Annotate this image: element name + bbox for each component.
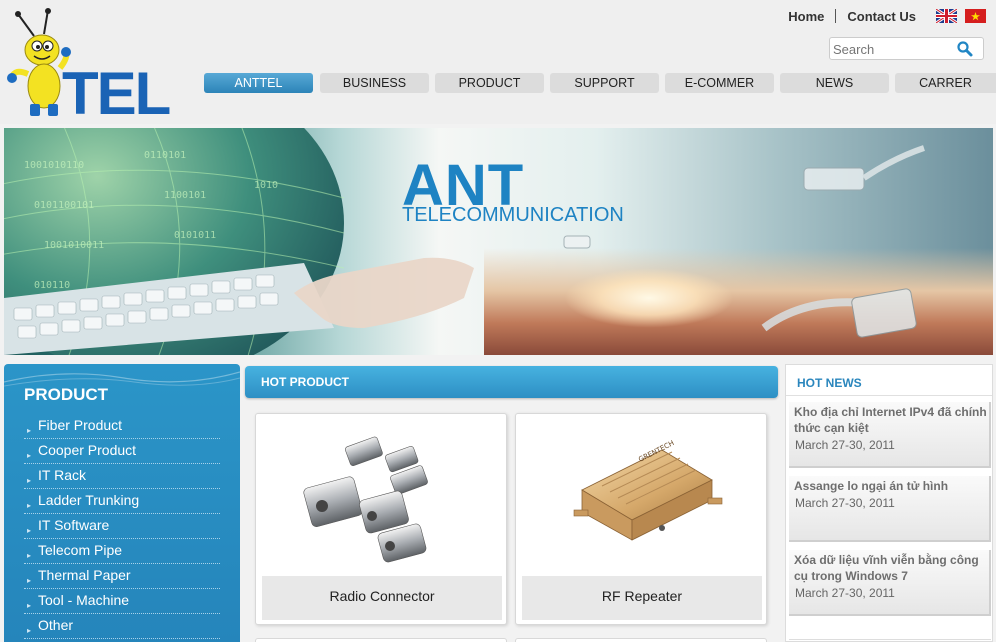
divider [835, 9, 837, 23]
contact-us-link[interactable]: Contact Us [847, 9, 916, 24]
product-name: RF Repeater [522, 576, 762, 620]
category-other[interactable]: ▸ Other [24, 614, 220, 639]
category-ladder-trunking[interactable]: ▸ Ladder Trunking [24, 489, 220, 514]
nav-business[interactable]: BUSINESS [320, 73, 429, 93]
category-label: Tool - Machine [38, 592, 130, 608]
vietnam-flag-icon[interactable] [965, 9, 986, 23]
hot-news-section: HOT NEWS Kho địa chỉ Internet IPv4 đã ch… [785, 364, 993, 642]
news-date: March 27-30, 2011 [795, 438, 895, 452]
radio-connector-image [262, 420, 502, 575]
news-item[interactable]: Xóa dữ liệu vĩnh viễn bằng công cụ trong… [789, 550, 991, 616]
product-name: Radio Connector [262, 576, 502, 620]
arrow-bullet-icon: ▸ [27, 626, 32, 635]
category-fiber-product[interactable]: ▸ Fiber Product [24, 414, 220, 439]
nav-support[interactable]: SUPPORT [550, 73, 659, 93]
news-date: March 27-30, 2011 [795, 496, 895, 510]
product-card-rf-repeater[interactable]: GRENTECH RF Repeater [515, 413, 767, 625]
svg-text:0101100101: 0101100101 [34, 200, 94, 211]
product-card-radio-connector[interactable]: Radio Connector [255, 413, 507, 625]
news-date: March 27-30, 2011 [795, 586, 895, 600]
product-card-partial [255, 638, 507, 642]
news-title: Kho địa chỉ Internet IPv4 đã chính thức … [794, 405, 987, 435]
search-box [829, 37, 984, 60]
nav-e-commer[interactable]: E-COMMER [665, 73, 774, 93]
news-title: Xóa dữ liệu vĩnh viễn bằng công cụ trong… [794, 553, 979, 583]
category-thermal-paper[interactable]: ▸ Thermal Paper [24, 564, 220, 589]
category-label: Cooper Product [38, 442, 137, 458]
search-input[interactable] [833, 41, 951, 57]
english-flag-icon[interactable] [936, 9, 957, 23]
site-header: TEL Home Contact Us Search ANTTEL BUSINE… [0, 0, 996, 124]
category-label: IT Rack [38, 467, 86, 483]
category-cooper-product[interactable]: ▸ Cooper Product [24, 439, 220, 464]
category-list: ▸ Fiber Product ▸ Cooper Product ▸ IT Rack … [24, 414, 220, 639]
svg-text:0101011: 0101011 [174, 230, 216, 241]
category-label: IT Software [38, 517, 110, 533]
hot-product-title: HOT PRODUCT [261, 375, 349, 389]
svg-text:1100101: 1100101 [164, 190, 206, 201]
category-label: Thermal Paper [38, 567, 131, 583]
divider [786, 395, 992, 396]
rf-repeater-image: GRENTECH [522, 420, 762, 575]
news-item[interactable]: Kho địa chỉ Internet IPv4 đã chính thức … [789, 402, 991, 468]
hot-product-section: HOT PRODUCT Radio Connector GRENTECH RF … [245, 364, 778, 642]
category-label: Telecom Pipe [38, 542, 123, 558]
product-card-partial [515, 638, 767, 642]
search-icon[interactable] [956, 40, 974, 58]
nav-product[interactable]: PRODUCT [435, 73, 544, 93]
sidebar-title: PRODUCT [24, 385, 109, 404]
logo-text: TEL [62, 60, 171, 127]
category-tool-machine[interactable]: ▸ Tool - Machine [24, 589, 220, 614]
svg-text:010110: 010110 [34, 280, 70, 291]
hero-banner: 1001010110 0110101 0101100101 1100101 1001… [4, 128, 993, 355]
news-title: Assange lo ngại án tử hình [794, 479, 949, 493]
category-telecom-pipe[interactable]: ▸ Telecom Pipe [24, 539, 220, 564]
news-item[interactable]: Assange lo ngại án tử hình March 27-30, … [789, 476, 991, 542]
nav-anttel[interactable]: ANTTEL [204, 73, 313, 93]
category-label: Ladder Trunking [38, 492, 140, 508]
category-it-software[interactable]: ▸ IT Software [24, 514, 220, 539]
nav-news[interactable]: NEWS [780, 73, 889, 93]
hot-news-title: HOT NEWS [797, 376, 862, 390]
main-nav: ANTTEL BUSINESS PRODUCT SUPPORT E-COMMER… [204, 73, 996, 94]
category-it-rack[interactable]: ▸ IT Rack [24, 464, 220, 489]
home-link[interactable]: Home [788, 9, 824, 24]
site-logo[interactable]: TEL [4, 8, 174, 124]
hot-product-header: HOT PRODUCT [245, 366, 778, 398]
top-links: Home Contact Us [788, 7, 996, 25]
product-sidebar: PRODUCT ▸ Fiber Product ▸ Cooper Product ▸… [4, 364, 240, 642]
category-label: Fiber Product [38, 417, 123, 433]
svg-text:0110101: 0110101 [144, 150, 186, 161]
svg-text:1001010110: 1001010110 [24, 160, 84, 171]
banner-subtitle: TELECOMMUNICATION [402, 204, 624, 226]
nav-carrer[interactable]: CARRER [895, 73, 996, 93]
category-label: Other [38, 617, 74, 633]
svg-text:1010: 1010 [254, 180, 278, 191]
svg-text:1001010011: 1001010011 [44, 240, 104, 251]
